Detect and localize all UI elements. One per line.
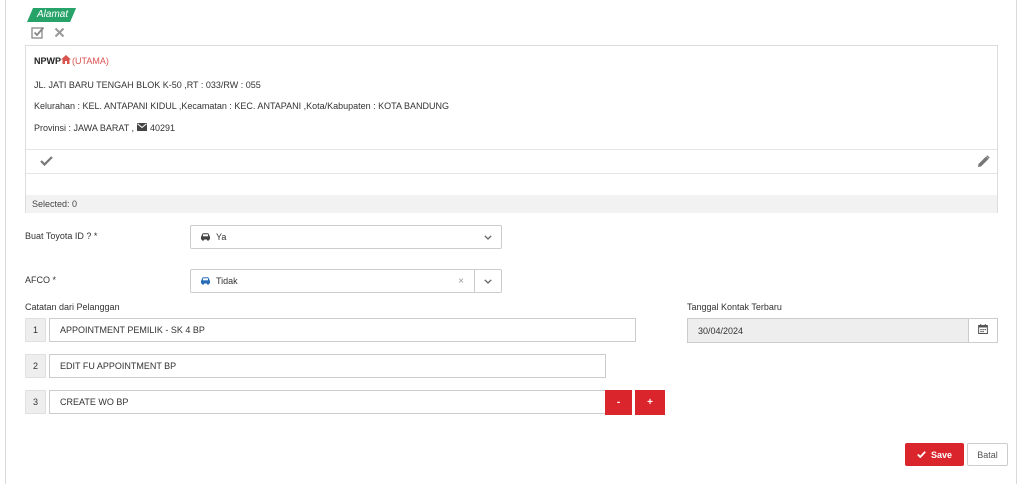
primary-label: (UTAMA) — [72, 55, 109, 66]
toyota-id-select[interactable]: Ya — [190, 225, 502, 249]
chevron-down-icon[interactable] — [475, 270, 501, 292]
clear-icon[interactable]: × — [454, 276, 468, 287]
address-tag: Alamat — [27, 8, 76, 22]
last-contact-date-input[interactable] — [687, 318, 969, 343]
panel-border-right — [1016, 0, 1017, 484]
npwp-row: NPWP (UTAMA) — [34, 55, 109, 66]
panel-border-left — [5, 0, 6, 484]
check-square-icon[interactable] — [31, 26, 45, 39]
note-input-3[interactable] — [49, 390, 606, 414]
note-number-1: 1 — [25, 318, 46, 342]
pencil-icon[interactable] — [977, 155, 990, 171]
note-number-2: 2 — [25, 354, 46, 378]
remove-note-button[interactable]: - — [605, 390, 632, 415]
afco-value: Tidak — [216, 276, 238, 286]
toyota-id-value-wrap: Ya — [191, 232, 475, 243]
envelope-icon — [137, 123, 148, 133]
note-input-1[interactable] — [49, 318, 636, 342]
address-province: Provinsi : JAWA BARAT , — [34, 123, 135, 133]
check-icon — [917, 450, 926, 460]
postal-code: 40291 — [150, 123, 176, 133]
close-icon[interactable] — [54, 27, 65, 38]
save-button[interactable]: Save — [905, 443, 964, 466]
car-icon — [200, 276, 211, 287]
check-icon[interactable] — [40, 156, 53, 169]
afco-select[interactable]: Tidak × — [190, 269, 502, 293]
note-number-3: 3 — [25, 390, 46, 414]
last-contact-label: Tanggal Kontak Terbaru — [687, 302, 782, 312]
home-icon — [61, 55, 71, 66]
cancel-button[interactable]: Batal — [967, 443, 1008, 466]
address-region: Kelurahan : KEL. ANTAPANI KIDUL ,Kecamat… — [34, 101, 450, 111]
address-tag-tools — [31, 25, 65, 39]
address-card[interactable]: NPWP (UTAMA) JL. JATI BARU TENGAH BLOK K… — [26, 46, 997, 150]
notes-label: Catatan dari Pelanggan — [25, 302, 120, 312]
calendar-icon — [978, 324, 988, 337]
address-list: NPWP (UTAMA) JL. JATI BARU TENGAH BLOK K… — [25, 45, 998, 213]
address-street: JL. JATI BARU TENGAH BLOK K-50 ,RT : 033… — [34, 80, 261, 90]
afco-label: AFCO * — [25, 275, 57, 285]
note-input-2[interactable] — [49, 354, 606, 378]
toyota-id-value: Ya — [216, 232, 227, 242]
save-label: Save — [930, 449, 953, 460]
npwp-label: NPWP — [34, 55, 61, 66]
selected-count: Selected: 0 — [26, 195, 997, 213]
address-card-actions — [26, 150, 997, 174]
add-note-button[interactable]: + — [635, 390, 665, 415]
afco-value-wrap: Tidak — [191, 276, 454, 287]
chevron-down-icon[interactable] — [475, 226, 501, 248]
toyota-id-label: Buat Toyota ID ? * — [25, 231, 98, 241]
address-province-row: Provinsi : JAWA BARAT , 40291 — [34, 123, 175, 133]
car-icon — [200, 232, 211, 243]
calendar-button[interactable] — [968, 318, 998, 343]
